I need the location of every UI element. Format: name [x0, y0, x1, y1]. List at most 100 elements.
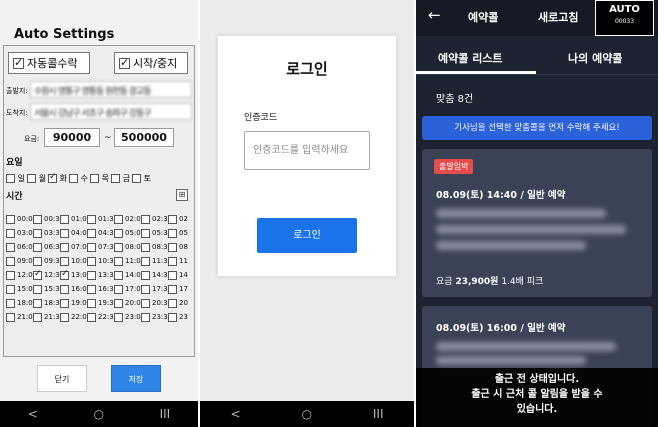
recent-apps-icon[interactable]: III: [160, 407, 171, 421]
time-checkbox[interactable]: 03:30: [33, 227, 64, 239]
time-checkbox[interactable]: 08: [168, 241, 195, 253]
time-checkbox[interactable]: 03:00: [6, 227, 37, 239]
time-checkbox[interactable]: 21:00: [6, 311, 37, 323]
time-checkbox[interactable]: 15:30: [33, 283, 64, 295]
time-checkbox[interactable]: 05: [168, 227, 195, 239]
checkbox-icon: [114, 270, 123, 280]
start-stop-checkbox[interactable]: 시작/중지: [114, 52, 188, 74]
arrival-field[interactable]: 서울시 강남구 서초구 송파구 강동구: [30, 103, 192, 120]
back-nav-icon[interactable]: <: [230, 407, 240, 421]
time-checkbox[interactable]: 06:30: [33, 241, 64, 253]
day-checkbox[interactable]: 금: [111, 173, 130, 184]
time-checkbox[interactable]: 19:00: [60, 297, 91, 309]
checkbox-icon: [87, 242, 96, 252]
time-checkbox[interactable]: 13:00: [60, 269, 91, 281]
time-checkbox[interactable]: 23:00: [114, 311, 145, 323]
time-checkbox[interactable]: 09:30: [33, 255, 64, 267]
time-checkbox[interactable]: 02:00: [114, 213, 145, 225]
time-checkbox[interactable]: 05:30: [141, 227, 172, 239]
time-checkbox[interactable]: 10:30: [87, 255, 118, 267]
time-checkbox[interactable]: 19:30: [87, 297, 118, 309]
time-checkbox[interactable]: 01:00: [60, 213, 91, 225]
time-checkbox[interactable]: 07:30: [87, 241, 118, 253]
checkbox-icon: [119, 56, 130, 69]
android-nav-bar: < ○ III: [0, 401, 198, 427]
time-checkbox[interactable]: 21:30: [33, 311, 64, 323]
tab-my-reservations[interactable]: 나의 예약콜: [568, 50, 622, 66]
time-checkbox[interactable]: 14: [168, 269, 195, 281]
close-button[interactable]: 닫기: [37, 365, 87, 392]
time-checkbox[interactable]: 02: [168, 213, 195, 225]
login-button[interactable]: 로그인: [257, 218, 357, 253]
auth-code-input[interactable]: 인증코드를 입력하세요: [244, 131, 370, 170]
checkbox-icon: [6, 298, 15, 308]
time-checkbox[interactable]: 15:00: [6, 283, 37, 295]
auto-toggle-button[interactable]: AUTO 00033: [595, 0, 654, 36]
time-checkbox[interactable]: 00:00: [6, 213, 37, 225]
time-checkbox[interactable]: 08:30: [141, 241, 172, 253]
day-checkbox[interactable]: 화: [48, 172, 67, 184]
grid-select-icon[interactable]: ⊞: [176, 189, 188, 201]
home-nav-icon[interactable]: ○: [93, 407, 103, 421]
booking-card[interactable]: 출발임박 08.09(토) 14:40 / 일반 예약 요금 23,900원 1…: [422, 149, 652, 297]
time-checkbox[interactable]: 08:00: [114, 241, 145, 253]
fare-max-input[interactable]: 500000: [114, 128, 174, 147]
time-checkbox[interactable]: 20:00: [114, 297, 145, 309]
time-checkbox[interactable]: 16:30: [87, 283, 118, 295]
time-checkbox[interactable]: 11:30: [141, 255, 172, 267]
time-checkbox[interactable]: 12:00: [6, 269, 37, 281]
day-checkbox[interactable]: 토: [132, 173, 151, 184]
time-checkbox[interactable]: 10:00: [60, 255, 91, 267]
day-checkbox[interactable]: 수: [69, 173, 88, 184]
time-checkbox[interactable]: 20: [168, 297, 195, 309]
time-checkbox[interactable]: 23:30: [141, 311, 172, 323]
booking-datetime: 08.09(토) 14:40 / 일반 예약: [436, 190, 566, 201]
back-nav-icon[interactable]: <: [28, 407, 38, 421]
fare-min-input[interactable]: 90000: [44, 128, 100, 147]
time-checkbox[interactable]: 23: [168, 311, 195, 323]
auto-accept-checkbox[interactable]: 자동콜수락: [8, 52, 90, 74]
fare-label: 요금:: [24, 135, 40, 143]
fare-label: 요금: [436, 277, 453, 287]
day-checkbox[interactable]: 목: [90, 173, 109, 184]
day-checkbox[interactable]: 일: [6, 173, 25, 184]
day-label: 화: [59, 174, 67, 183]
day-checkbox[interactable]: 월: [27, 173, 46, 184]
time-checkbox[interactable]: 04:30: [87, 227, 118, 239]
time-checkbox[interactable]: 22:30: [87, 311, 118, 323]
refresh-button[interactable]: 새로고침: [538, 9, 578, 25]
checkbox-icon: [60, 269, 69, 280]
time-checkbox[interactable]: 09:00: [6, 255, 37, 267]
time-checkbox[interactable]: 17:30: [141, 283, 172, 295]
time-checkbox[interactable]: 18:30: [33, 297, 64, 309]
time-checkbox[interactable]: 14:30: [141, 269, 172, 281]
time-checkbox[interactable]: 01:30: [87, 213, 118, 225]
save-button[interactable]: 저장: [111, 365, 161, 392]
time-checkbox[interactable]: 02:30: [141, 213, 172, 225]
time-checkbox[interactable]: 05:00: [114, 227, 145, 239]
time-checkbox[interactable]: 18:00: [6, 297, 37, 309]
tab-reservation-list[interactable]: 예약콜 리스트: [438, 50, 503, 66]
checkbox-icon: [87, 256, 96, 266]
time-checkbox[interactable]: 11:00: [114, 255, 145, 267]
recent-apps-icon[interactable]: III: [373, 407, 384, 421]
time-checkbox[interactable]: 11: [168, 255, 195, 267]
back-arrow-icon[interactable]: ←: [428, 6, 441, 24]
checkbox-icon: [6, 228, 15, 238]
checkbox-icon: [114, 242, 123, 252]
time-checkbox[interactable]: 20:30: [141, 297, 172, 309]
time-checkbox[interactable]: 04:00: [60, 227, 91, 239]
time-checkbox[interactable]: 17:00: [114, 283, 145, 295]
time-checkbox[interactable]: 00:30: [33, 213, 64, 225]
time-checkbox[interactable]: 22:00: [60, 311, 91, 323]
departure-field[interactable]: 수원시 영통구 영통동 원천동 광교동: [30, 81, 192, 98]
time-checkbox[interactable]: 07:00: [60, 241, 91, 253]
time-checkbox[interactable]: 17: [168, 283, 195, 295]
time-checkbox[interactable]: 06:00: [6, 241, 37, 253]
blurred-text: [436, 342, 616, 351]
time-checkbox[interactable]: 14:00: [114, 269, 145, 281]
time-checkbox[interactable]: 13:30: [87, 269, 118, 281]
time-checkbox[interactable]: 12:30: [33, 269, 64, 281]
home-nav-icon[interactable]: ○: [301, 407, 311, 421]
time-checkbox[interactable]: 16:00: [60, 283, 91, 295]
